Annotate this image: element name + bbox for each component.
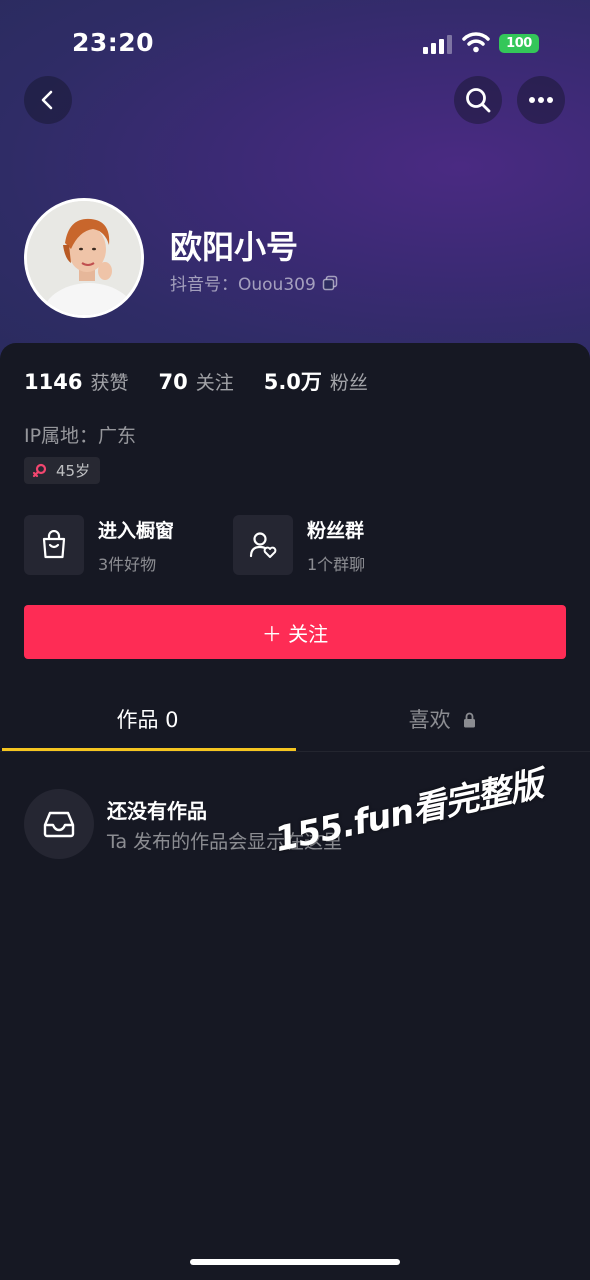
tab-works[interactable]: 作品 0 <box>0 704 295 734</box>
shopping-bag-icon <box>42 530 66 559</box>
age-label: 45岁 <box>56 462 91 480</box>
followers-count[interactable]: 5.0万 <box>264 366 322 396</box>
avatar-image <box>27 201 141 315</box>
user-heart-icon <box>249 532 277 558</box>
empty-state-icon-box <box>24 789 94 859</box>
battery-level: 100 <box>506 36 532 51</box>
fan-group-entry[interactable]: 粉丝群 1个群聊 <box>233 514 365 576</box>
following-count[interactable]: 70 <box>158 370 187 394</box>
showcase-icon-box <box>24 515 84 575</box>
fan-group-icon-box <box>233 515 293 575</box>
follow-button-label: ＋ 关注 <box>261 621 329 646</box>
profile-name: 欧阳小号 <box>170 228 299 266</box>
fan-group-subtitle: 1个群聊 <box>307 554 366 574</box>
inbox-tray-icon <box>43 811 75 838</box>
showcase-entry[interactable]: 进入橱窗 3件好物 <box>24 514 174 576</box>
age-tag: 45岁 <box>24 457 101 484</box>
back-button[interactable] <box>24 76 72 124</box>
wifi-icon <box>462 32 490 53</box>
follow-button[interactable]: ＋ 关注 <box>24 605 566 659</box>
followers-label[interactable]: 粉丝 <box>330 368 368 395</box>
showcase-subtitle: 3件好物 <box>98 554 157 574</box>
tab-likes-label: 喜欢 <box>408 708 451 732</box>
ip-location: IP属地：广东 <box>24 425 137 447</box>
more-button[interactable] <box>517 76 565 124</box>
copy-icon[interactable] <box>322 275 338 291</box>
cellular-signal-icon <box>423 35 452 54</box>
tab-likes[interactable]: 喜欢 <box>295 704 590 734</box>
empty-state-title: 还没有作品 <box>107 799 207 823</box>
home-indicator[interactable] <box>190 1259 400 1265</box>
female-icon <box>32 463 47 477</box>
douyin-id-row[interactable]: 抖音号：Ouou309 <box>170 270 338 295</box>
showcase-title: 进入橱窗 <box>98 519 175 542</box>
likes-count: 1146 <box>24 370 83 394</box>
following-label[interactable]: 关注 <box>196 368 234 395</box>
tab-divider <box>0 751 590 752</box>
search-icon <box>466 88 491 113</box>
avatar[interactable] <box>24 198 144 318</box>
search-button[interactable] <box>454 76 502 124</box>
status-bar: 23:20 100 <box>0 0 590 80</box>
profile-stats: 1146 获赞 70 关注 5.0万 粉丝 <box>24 366 398 396</box>
fan-group-title: 粉丝群 <box>307 519 365 542</box>
tab-works-label: 作品 0 <box>116 708 179 732</box>
douyin-id: 抖音号：Ouou309 <box>170 275 316 295</box>
battery-indicator: 100 <box>499 34 539 53</box>
chevron-left-icon <box>41 90 53 110</box>
likes-label: 获赞 <box>90 372 129 394</box>
more-horizontal-icon <box>529 97 553 103</box>
lock-icon <box>464 712 476 728</box>
status-time: 23:20 <box>72 28 155 57</box>
